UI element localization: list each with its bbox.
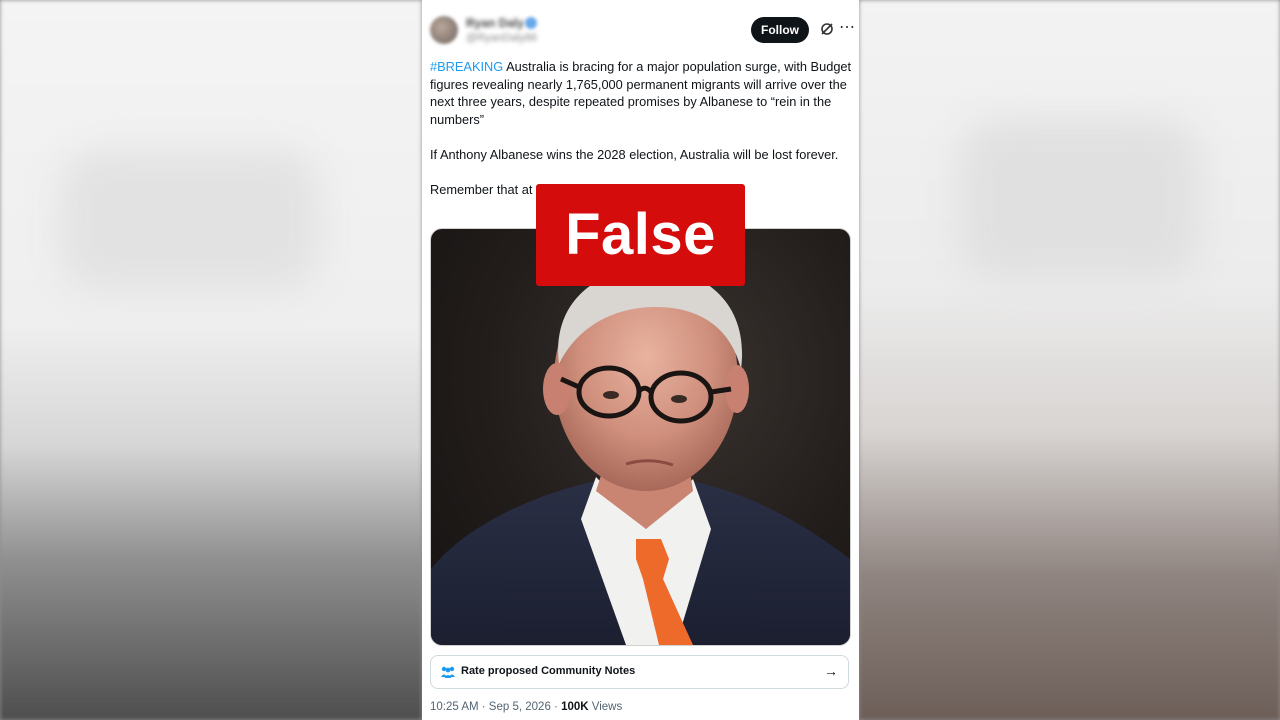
views-label: Views <box>588 701 623 713</box>
fact-check-verdict-label: False <box>536 184 745 286</box>
rate-community-notes-button[interactable]: Rate proposed Community Notes → <box>430 655 849 689</box>
author-name[interactable]: Ryan Daly <box>466 16 524 30</box>
tweet-card: Ryan Daly @RyanDaly86 Follow ⋯ #BREAKING… <box>422 0 859 720</box>
tweet-header: Ryan Daly @RyanDaly86 Follow ⋯ <box>430 14 855 50</box>
avatar[interactable] <box>430 16 458 44</box>
portrait-photo <box>431 267 850 645</box>
verified-badge-icon <box>525 17 537 29</box>
author-handle[interactable]: @RyanDaly86 <box>466 32 537 44</box>
background-left <box>0 0 422 720</box>
hashtag-link[interactable]: #BREAKING <box>430 59 503 74</box>
tweet-paragraph: #BREAKING Australia is bracing for a maj… <box>430 58 855 128</box>
timestamp[interactable]: 10:25 AM · Sep 5, 2026 · <box>430 701 561 713</box>
tweet-paragraph: If Anthony Albanese wins the 2028 electi… <box>430 146 839 162</box>
follow-button[interactable]: Follow <box>751 17 809 43</box>
background-blur-shape <box>60 150 320 290</box>
grok-icon[interactable] <box>820 22 834 36</box>
background-blur-shape <box>960 120 1200 280</box>
community-notes-label: Rate proposed Community Notes <box>461 665 636 677</box>
community-notes-icon <box>441 666 455 678</box>
arrow-right-icon: → <box>824 663 838 679</box>
background-right <box>859 0 1280 720</box>
more-options-icon[interactable]: ⋯ <box>838 18 856 38</box>
tweet-photo[interactable] <box>430 228 851 646</box>
views-count: 100K <box>561 701 589 713</box>
tweet-metadata: 10:25 AM · Sep 5, 2026 · 100K Views <box>430 701 622 713</box>
